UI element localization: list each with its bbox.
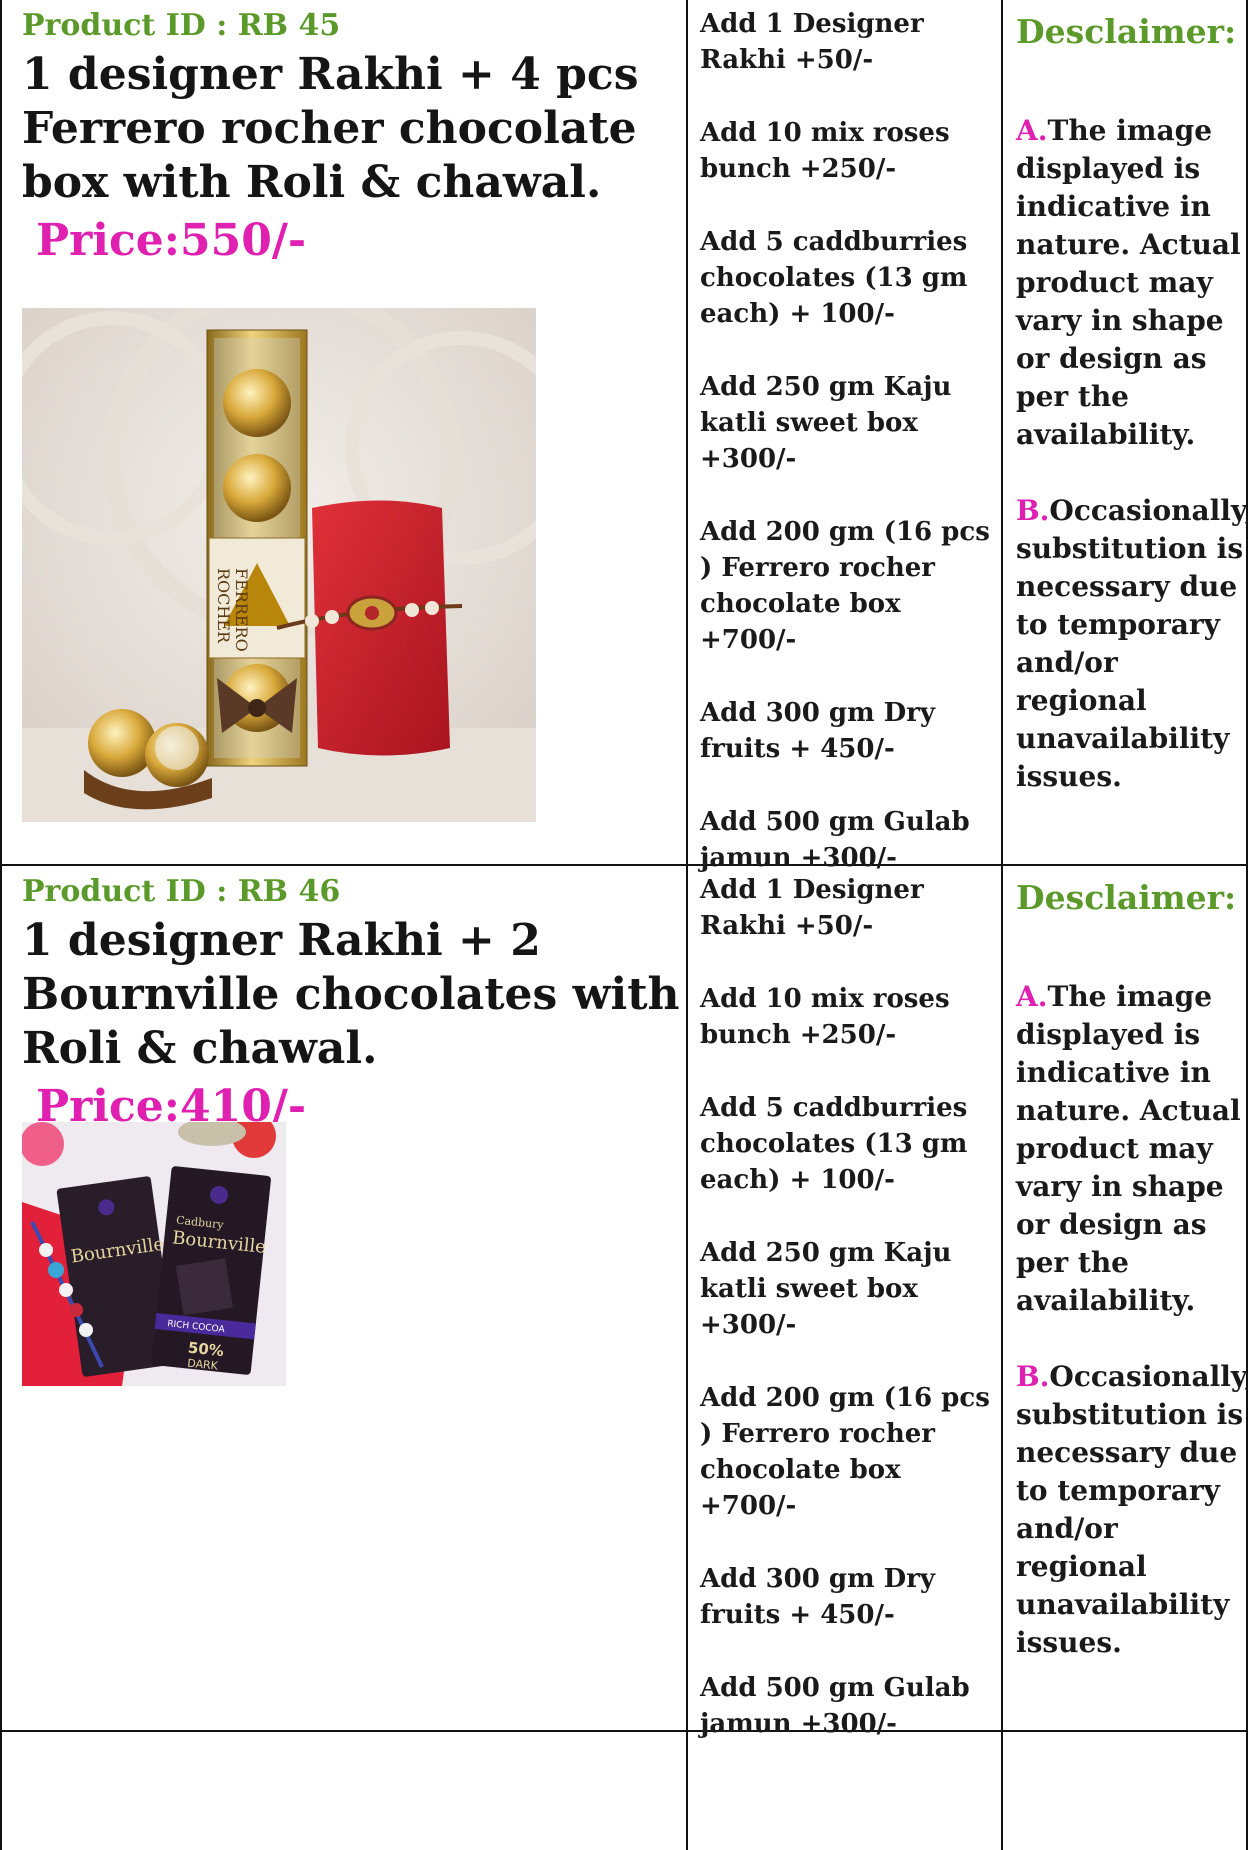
disclaimer-cell: Desclaimer: A.The image displayed is ind… [1016, 878, 1248, 1662]
product-id: Product ID : RB 45 [22, 8, 341, 43]
disclaimer-tag: B. [1016, 1360, 1050, 1393]
list-item: Add 200 gm (16 pcs ) Ferrero rocher choc… [700, 1383, 990, 1521]
list-item: Add 300 gm Dry fruits + 450/- [700, 1564, 936, 1630]
disclaimer-title: Desclaimer: [1016, 878, 1237, 917]
disclaimer-text: The image displayed is indicative in nat… [1016, 980, 1241, 1317]
product-image: Bournville Cadbury Bournville RICH COCOA… [22, 1122, 286, 1386]
product-cell: Product ID : RB 46 1 designer Rakhi + 2 … [22, 874, 682, 1134]
box-brand-text: FERRERO [232, 568, 251, 652]
disclaimer-point-b: B.Occasionally, substitution is necessar… [1016, 1358, 1248, 1662]
list-item: Add 10 mix roses bunch +250/- [700, 118, 950, 184]
ferrero-rakhi-photo: FERRERO ROCHER [22, 308, 536, 822]
addon-list: Add 1 Designer Rakhi +50/- Add 10 mix ro… [700, 6, 996, 876]
list-item: Add 500 gm Gulab jamun +300/- [700, 1673, 970, 1739]
disclaimer-point-a: A.The image displayed is indicative in n… [1016, 978, 1244, 1320]
bournville-rakhi-photo: Bournville Cadbury Bournville RICH COCOA… [22, 1122, 286, 1386]
product-price: Price:550/- [36, 215, 307, 266]
disclaimer-text: Occasionally, substitution is necessary … [1016, 1360, 1248, 1659]
product-cell: Product ID : RB 45 1 designer Rakhi + 4 … [22, 8, 682, 268]
table-column-divider-1 [686, 0, 688, 1850]
disclaimer-tag: A. [1016, 980, 1048, 1013]
list-item: Add 1 Designer Rakhi +50/- [700, 9, 924, 75]
list-item: Add 5 caddburries chocolates (13 gm each… [700, 1093, 968, 1195]
addon-list: Add 1 Designer Rakhi +50/- Add 10 mix ro… [700, 872, 996, 1742]
list-item: Add 5 caddburries chocolates (13 gm each… [700, 227, 968, 329]
list-item: Add 1 Designer Rakhi +50/- [700, 875, 924, 941]
list-item: Add 200 gm (16 pcs ) Ferrero rocher choc… [700, 517, 990, 655]
list-item: Add 300 gm Dry fruits + 450/- [700, 698, 936, 764]
product-table: Product ID : RB 45 1 designer Rakhi + 4 … [0, 0, 1248, 1850]
disclaimer-cell: Desclaimer: A.The image displayed is ind… [1016, 12, 1248, 796]
list-item: Add 250 gm Kaju katli sweet box +300/- [700, 1238, 952, 1340]
product-name: 1 designer Rakhi + 2 Bournville chocolat… [22, 915, 680, 1074]
disclaimer-tag: B. [1016, 494, 1050, 527]
list-item: Add 250 gm Kaju katli sweet box +300/- [700, 372, 952, 474]
disclaimer-text: The image displayed is indicative in nat… [1016, 114, 1241, 451]
disclaimer-point-a: A.The image displayed is indicative in n… [1016, 112, 1244, 454]
product-id: Product ID : RB 46 [22, 874, 341, 909]
disclaimer-title: Desclaimer: [1016, 12, 1237, 51]
product-image: FERRERO ROCHER [22, 308, 536, 822]
table-row-divider-1 [0, 864, 1248, 866]
addons-cell: Add 1 Designer Rakhi +50/- Add 10 mix ro… [700, 872, 996, 1779]
table-column-divider-2 [1001, 0, 1003, 1850]
product-name: 1 designer Rakhi + 4 pcs Ferrero rocher … [22, 49, 639, 208]
addons-cell: Add 1 Designer Rakhi +50/- Add 10 mix ro… [700, 6, 996, 913]
list-item: Add 10 mix roses bunch +250/- [700, 984, 950, 1050]
disclaimer-text: Occasionally, substitution is necessary … [1016, 494, 1248, 793]
list-item: Add 500 gm Gulab jamun +300/- [700, 807, 970, 873]
box-brand-text: ROCHER [214, 568, 233, 644]
disclaimer-tag: A. [1016, 114, 1048, 147]
table-border-left [0, 0, 2, 1850]
disclaimer-point-b: B.Occasionally, substitution is necessar… [1016, 492, 1248, 796]
table-row-divider-2 [0, 1730, 1248, 1732]
